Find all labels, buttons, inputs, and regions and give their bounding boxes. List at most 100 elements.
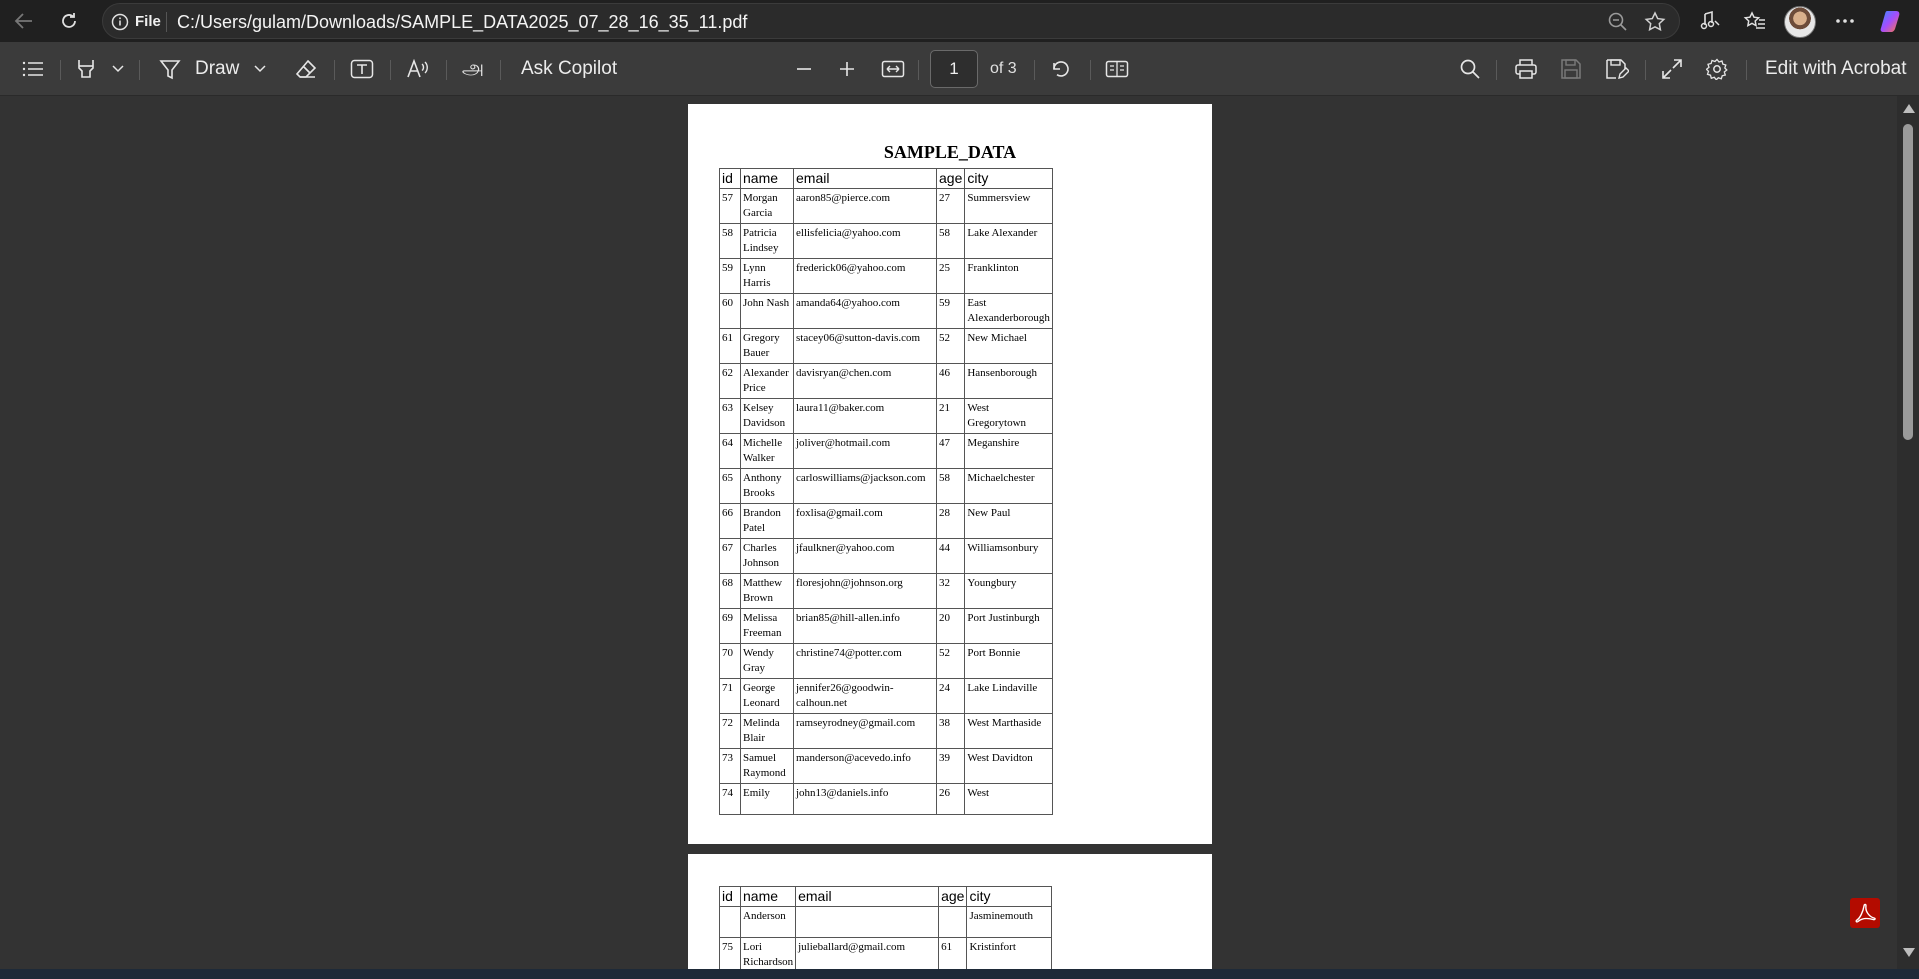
table-row: 66 Brandon Patel foxlisa@gmail.com 28 New Pa… [719, 503, 1053, 539]
table-row: 58 Patricia Lindsey ellisfelicia@yahoo.com… [719, 223, 1053, 259]
eraser-icon[interactable] [292, 56, 320, 82]
header-city: city [966, 886, 1053, 907]
print-icon[interactable] [1512, 56, 1540, 82]
rotate-icon[interactable] [1048, 56, 1074, 82]
cell-id: 66 [719, 503, 741, 539]
cell-id: 63 [719, 398, 741, 434]
cell-id: 73 [719, 748, 741, 784]
search-icon[interactable] [1457, 56, 1483, 82]
fullscreen-expand-icon[interactable] [1659, 56, 1685, 82]
favorite-star-icon[interactable] [1643, 10, 1667, 39]
toolbar-divider [1746, 60, 1747, 80]
table-row: 64 Michelle Walker joliver@hotmail.com 47 Me… [719, 433, 1053, 469]
scrollbar-thumb[interactable] [1903, 124, 1913, 440]
header-name: name [740, 168, 794, 189]
cell-id: 70 [719, 643, 741, 679]
table-row: 60 John Nash amanda64@yahoo.com 59 East Alex… [719, 293, 1053, 329]
pdf-page-1: SAMPLE_DATA id name email age city 57 Mor… [688, 104, 1212, 844]
edit-with-acrobat-label: Edit with Acrobat [1765, 58, 1907, 79]
cell-city: New Paul [964, 503, 1053, 539]
cell-age: 59 [935, 293, 966, 329]
toolbar-divider [1645, 60, 1646, 80]
cell-id: 71 [719, 678, 741, 714]
back-arrow-icon[interactable] [9, 8, 39, 34]
vertical-scrollbar[interactable] [1897, 96, 1919, 969]
cell-id: 69 [719, 608, 741, 644]
draw-label: Draw [195, 58, 240, 79]
cell-name: Anderson [739, 906, 797, 938]
data-table-continued: id name email age city Anderson Jasminemo… [719, 886, 1053, 969]
fit-to-width-icon[interactable] [879, 56, 907, 82]
read-aloud-text-icon[interactable] [404, 56, 432, 82]
cell-email: brian85@hill-allen.info [793, 608, 937, 644]
table-row: 75 Lori Richardson julieballard@gmail.com 6… [719, 937, 1053, 969]
pdf-toolbar: Draw அ Ask Copilot 1 of 3 Edit with Acro… [0, 42, 1919, 96]
scroll-up-arrow-icon[interactable] [1903, 104, 1915, 113]
page-number-input[interactable]: 1 [930, 50, 978, 88]
translate-icon[interactable]: அ [458, 56, 488, 82]
favorites-list-icon[interactable] [1741, 8, 1769, 34]
cell-email: floresjohn@johnson.org [793, 573, 937, 609]
cell-email: aaron85@pierce.com [793, 188, 937, 224]
save-icon[interactable] [1557, 56, 1585, 82]
draw-button[interactable]: Draw [195, 56, 239, 82]
cell-city: Lake Alexander [964, 223, 1053, 259]
contents-list-icon[interactable] [20, 56, 46, 82]
settings-gear-icon[interactable] [1704, 56, 1730, 82]
scroll-down-arrow-icon[interactable] [1903, 948, 1915, 957]
toolbar-divider [390, 60, 391, 80]
cell-email: foxlisa@gmail.com [793, 503, 937, 539]
cell-city: West [964, 783, 1053, 815]
cell-age: 47 [935, 433, 966, 469]
cell-name: John Nash [740, 293, 794, 329]
taskbar-strip [0, 969, 1919, 979]
address-bar[interactable]: File C:/Users/gulam/Downloads/SAMPLE_DAT… [102, 3, 1680, 39]
cell-name: Charles Johnson [740, 538, 794, 574]
draw-chevron-down-icon[interactable] [252, 56, 268, 82]
draw-pen-icon[interactable] [157, 56, 183, 82]
profile-avatar[interactable] [1784, 6, 1816, 38]
cell-email: stacey06@sutton-davis.com [793, 328, 937, 364]
edit-with-acrobat-button[interactable]: Edit with Acrobat [1765, 56, 1907, 82]
cell-name: Samuel Raymond [740, 748, 794, 784]
save-as-icon[interactable] [1603, 56, 1631, 82]
copilot-icon[interactable] [1878, 7, 1906, 35]
page-view-icon[interactable] [1104, 56, 1130, 82]
cell-email: davisryan@chen.com [793, 363, 937, 399]
table-row: 71 George Leonard jennifer26@goodwin-calho… [719, 678, 1053, 714]
refresh-icon[interactable] [54, 8, 84, 34]
zoom-out-icon[interactable] [1607, 11, 1629, 38]
url-text[interactable]: C:/Users/gulam/Downloads/SAMPLE_DATA2025… [177, 12, 747, 33]
cell-email: ellisfelicia@yahoo.com [793, 223, 937, 259]
zoom-in-plus-icon[interactable] [835, 56, 859, 82]
cell-city: Michaelchester [964, 468, 1053, 504]
cell-name: Michelle Walker [740, 433, 794, 469]
zoom-out-minus-icon[interactable] [792, 56, 816, 82]
highlight-chevron-down-icon[interactable] [110, 56, 126, 82]
acrobat-icon[interactable] [1850, 898, 1880, 928]
cell-age: 52 [935, 643, 966, 679]
cell-id: 72 [719, 713, 741, 749]
cell-age: 26 [935, 783, 966, 815]
cell-id: 60 [719, 293, 741, 329]
add-text-icon[interactable] [348, 56, 376, 82]
ask-copilot-button[interactable]: Ask Copilot [521, 56, 617, 82]
pdf-viewer-area[interactable]: SAMPLE_DATA id name email age city 57 Mor… [0, 96, 1919, 969]
table-row: 68 Matthew Brown floresjohn@johnson.org 32 Y… [719, 573, 1053, 609]
address-separator [166, 12, 167, 32]
read-aloud-icon[interactable] [1697, 8, 1725, 34]
table-row: 65 Anthony Brooks carloswilliams@jackson.c… [719, 468, 1053, 504]
table-row: 59 Lynn Harris frederick06@yahoo.com 25 Fran… [719, 258, 1053, 294]
cell-email: julieballard@gmail.com [795, 937, 940, 969]
more-options-icon[interactable] [1831, 8, 1859, 34]
info-icon[interactable] [111, 13, 129, 31]
table-row: Anderson Jasminemouth [719, 906, 1053, 938]
header-age: age [938, 886, 968, 907]
highlight-icon[interactable] [74, 56, 98, 82]
header-email: email [795, 886, 940, 907]
cell-id: 62 [719, 363, 741, 399]
cell-name: Alexander Price [740, 363, 794, 399]
cell-name: Melinda Blair [740, 713, 794, 749]
cell-age: 46 [935, 363, 966, 399]
header-age: age [935, 168, 966, 189]
